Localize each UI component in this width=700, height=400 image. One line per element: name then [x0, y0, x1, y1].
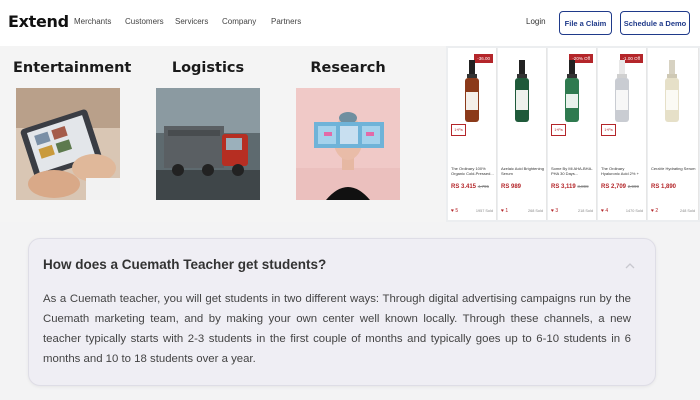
wishlist-count[interactable]: ♥ 2	[651, 208, 658, 214]
wishlist-count[interactable]: ♥ 4	[601, 208, 608, 214]
product-name[interactable]: The Ordinary Hyaluronic Acid 2% + B5	[601, 166, 644, 176]
product-tag: 1+Pa	[551, 124, 566, 136]
wishlist-count[interactable]: ♥ 1	[501, 208, 508, 214]
price-value: RS 1,890	[651, 184, 677, 190]
product-name[interactable]: The Ordinary 100% Organic Cold-Pressed..…	[451, 166, 494, 176]
serum-bottle-icon	[565, 60, 579, 122]
product-tag: 1+Pa	[601, 124, 616, 136]
old-price: 4,795	[477, 184, 489, 189]
wishlist-count[interactable]: ♥ 5	[451, 208, 458, 214]
product-price: RS 3.415 4,795	[451, 184, 489, 190]
price-value: RS 989	[501, 184, 522, 190]
serum-bottle-icon	[465, 60, 479, 122]
logistics-image	[156, 88, 260, 200]
sold-count: 1470 Sold	[625, 209, 643, 213]
old-price: 3,899	[577, 184, 589, 189]
faq-question[interactable]: How does a Cuemath Teacher get students?	[43, 257, 326, 272]
product-card[interactable]: -20% Off 1+Pa Some By Mi AHA-BHA-PHA 30 …	[548, 48, 597, 220]
category-title-research: Research	[310, 60, 386, 76]
product-price: RS 3,119 3,899	[551, 184, 589, 190]
product-card[interactable]: -1.00 Off 1+Pa The Ordinary Hyaluronic A…	[598, 48, 647, 220]
top-navbar: Extend Merchants Customers Servicers Com…	[0, 0, 700, 46]
price-value: RS 3,119	[551, 184, 576, 190]
sold-count: 218 Sold	[578, 209, 593, 213]
faq-accordion-item: How does a Cuemath Teacher get students?…	[28, 238, 656, 386]
sold-count: 1957 Sold	[475, 209, 493, 213]
chevron-up-icon[interactable]	[625, 261, 635, 271]
product-card[interactable]: CeraVe Hydrating Serum RS 1,890 ♥ 2 248 …	[648, 48, 699, 220]
price-value: RS 3.415	[451, 184, 477, 190]
logo[interactable]: Extend	[8, 12, 69, 31]
product-price: RS 989	[501, 184, 521, 190]
product-tag: 1+Pa	[451, 124, 466, 136]
product-price: RS 1,890	[651, 184, 676, 190]
category-title-entertainment: Entertainment	[13, 60, 132, 76]
wishlist-count[interactable]: ♥ 3	[551, 208, 558, 214]
sold-count: 248 Sold	[680, 209, 695, 213]
product-card[interactable]: Azelaic Acid Brightening Serum RS 989 ♥ …	[498, 48, 547, 220]
nav-link-servicers[interactable]: Servicers	[175, 17, 208, 26]
product-name[interactable]: Some By Mi AHA-BHA-PHA 30 Days...	[551, 166, 594, 176]
faq-answer: As a Cuemath teacher, you will get stude…	[43, 293, 631, 365]
file-claim-button[interactable]: File a Claim	[559, 11, 612, 35]
nav-link-merchants[interactable]: Merchants	[74, 17, 111, 26]
entertainment-image	[16, 88, 120, 200]
serum-bottle-icon	[665, 60, 679, 122]
old-price: 2,999	[627, 184, 639, 189]
price-value: RS 2,709	[601, 184, 627, 190]
login-link[interactable]: Login	[526, 17, 546, 26]
schedule-demo-button[interactable]: Schedule a Demo	[620, 11, 690, 35]
category-title-logistics: Logistics	[171, 60, 245, 76]
serum-bottle-icon	[515, 60, 529, 122]
nav-link-partners[interactable]: Partners	[271, 17, 301, 26]
product-name[interactable]: CeraVe Hydrating Serum	[651, 166, 696, 176]
research-image	[296, 88, 400, 200]
nav-link-company[interactable]: Company	[222, 17, 256, 26]
product-price: RS 2,709 2,999	[601, 184, 639, 190]
product-card[interactable]: -36.00 1+Pa The Ordinary 100% Organic Co…	[448, 48, 497, 220]
sold-count: 268 Sold	[528, 209, 543, 213]
serum-bottle-icon	[615, 60, 629, 122]
nav-link-customers[interactable]: Customers	[125, 17, 164, 26]
product-name[interactable]: Azelaic Acid Brightening Serum	[501, 166, 544, 176]
